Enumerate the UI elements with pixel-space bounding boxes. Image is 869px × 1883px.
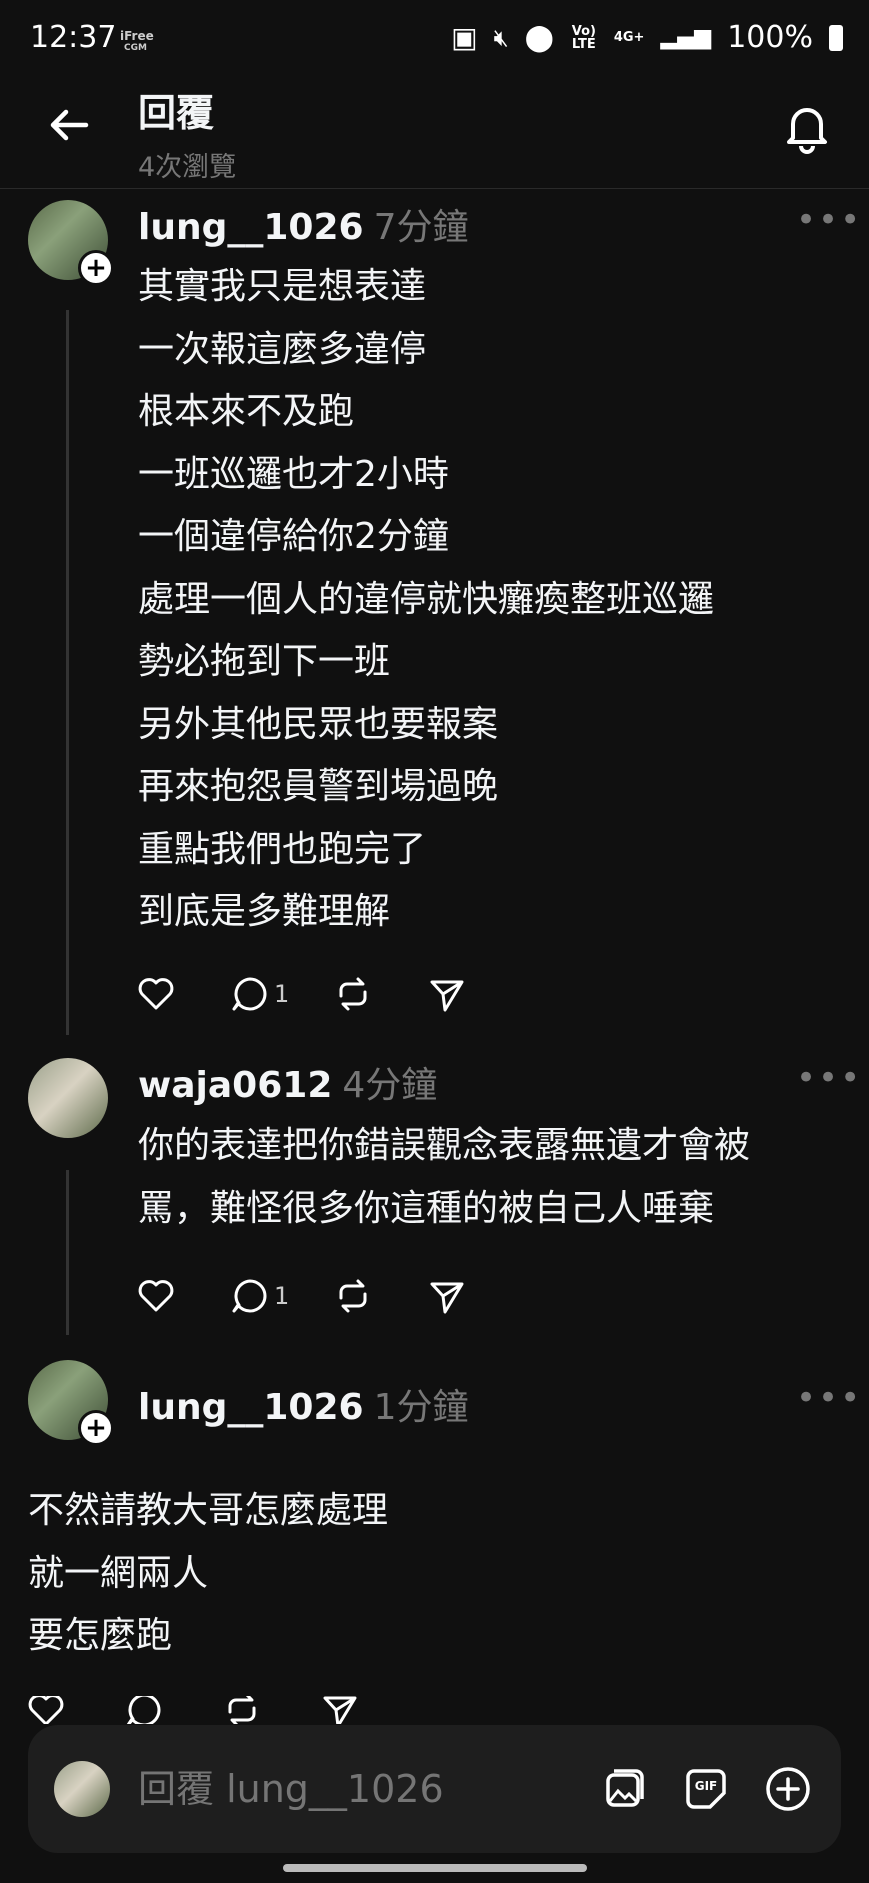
mute-icon: 🔇︎ [493, 23, 509, 52]
status-icons: ▣ 🔇︎ ⬤ Vo) LTE 4G+ ▂▄▆ 100% [451, 20, 843, 55]
bell-icon[interactable] [779, 98, 835, 154]
back-arrow-icon[interactable] [44, 100, 94, 150]
reply-count: 1 [274, 980, 290, 1008]
repost-icon[interactable] [333, 974, 373, 1014]
page-title: 回覆 [138, 91, 215, 135]
heart-icon[interactable] [136, 974, 176, 1014]
post-time: 1分鐘 [373, 1387, 469, 1428]
signal-icon: ▂▄▆ [660, 25, 712, 50]
repost-icon[interactable] [222, 1696, 262, 1724]
repost-icon[interactable] [333, 1276, 373, 1316]
post-time: 4分鐘 [342, 1065, 438, 1106]
comment-icon[interactable] [230, 1276, 270, 1316]
svg-text:GIF: GIF [695, 1779, 718, 1793]
notification-icon: ▣ [451, 21, 478, 54]
home-indicator[interactable] [283, 1864, 587, 1872]
post-actions [26, 1696, 360, 1724]
username[interactable]: waja0612 [138, 1065, 332, 1106]
post-text: 其實我只是想表達 一次報這麼多違停 根本來不及跑 一班巡邏也才2小時 一個違停給… [138, 266, 715, 932]
thread-line [66, 310, 69, 1035]
username[interactable]: lung__1026 [138, 207, 364, 248]
volte-icon: Vo) LTE [571, 23, 596, 52]
share-icon[interactable] [427, 974, 467, 1014]
comment-icon[interactable] [124, 1696, 164, 1724]
status-time: 12:37 [30, 20, 117, 55]
more-options-icon[interactable]: ••• [796, 1378, 862, 1418]
post-header: waja0612 4分鐘 [138, 1056, 437, 1108]
post-text: 你的表達把你錯誤觀念表露無遺才會被 罵，難怪很多你這種的被自己人唾棄 [138, 1125, 751, 1229]
header-divider [0, 188, 869, 189]
post-header: lung__1026 1分鐘 [138, 1378, 468, 1430]
post-header: lung__1026 7分鐘 [138, 198, 468, 250]
more-options-icon[interactable]: ••• [796, 200, 862, 240]
location-icon: ⬤ [524, 22, 554, 53]
post-time: 7分鐘 [373, 207, 469, 248]
follow-plus-icon[interactable]: + [78, 1410, 114, 1446]
avatar [54, 1761, 110, 1817]
reply-composer: GIF [28, 1725, 841, 1853]
post-actions: 1 [136, 1276, 467, 1316]
network-icon: 4G+ [613, 30, 645, 45]
username[interactable]: lung__1026 [138, 1387, 364, 1428]
reply-count: 1 [274, 1282, 290, 1310]
heart-icon[interactable] [26, 1696, 66, 1724]
gif-icon[interactable]: GIF [680, 1763, 732, 1815]
add-circle-icon[interactable] [762, 1763, 814, 1815]
avatar[interactable] [28, 1058, 108, 1138]
gallery-icon[interactable] [598, 1763, 650, 1815]
share-icon[interactable] [427, 1276, 467, 1316]
reply-input[interactable] [138, 1761, 498, 1817]
thread-line [66, 1170, 69, 1335]
comment-icon[interactable] [230, 974, 270, 1014]
more-options-icon[interactable]: ••• [796, 1058, 862, 1098]
carrier-logo: iFree CGM [120, 29, 154, 53]
battery-level: 100% [727, 20, 813, 55]
heart-icon[interactable] [136, 1276, 176, 1316]
share-icon[interactable] [320, 1696, 360, 1724]
view-count: 4次瀏覽 [138, 152, 237, 183]
follow-plus-icon[interactable]: + [78, 250, 114, 286]
post-actions: 1 [136, 974, 467, 1014]
battery-icon [829, 24, 843, 51]
status-bar: 12:37 iFree CGM ▣ 🔇︎ ⬤ Vo) LTE 4G+ ▂▄▆ 1… [0, 0, 869, 80]
post-text: 不然請教大哥怎麼處理 就一網兩人 要怎麼跑 [28, 1490, 389, 1656]
